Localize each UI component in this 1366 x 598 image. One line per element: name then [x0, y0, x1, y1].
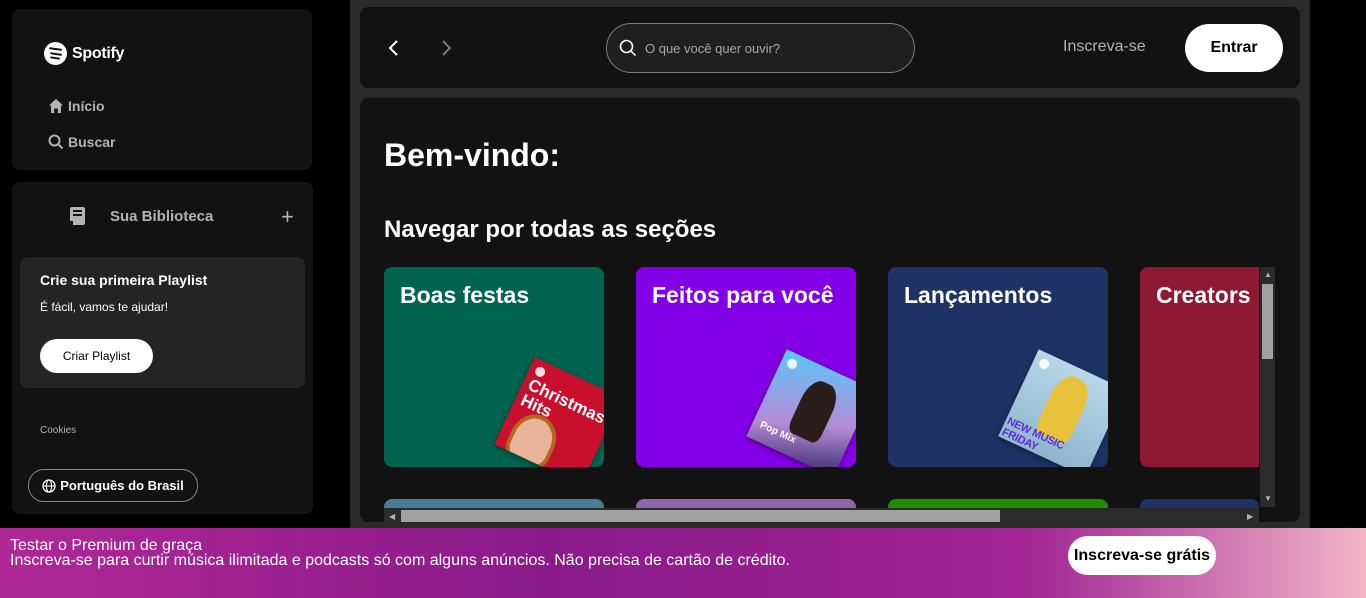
scroll-down-icon[interactable]: ▼: [1264, 494, 1272, 503]
horizontal-scroll-thumb[interactable]: [401, 510, 1000, 522]
create-playlist-button[interactable]: Criar Playlist: [40, 339, 153, 373]
scroll-right-icon[interactable]: ▶: [1247, 512, 1253, 521]
pop-mix-cover: Pop Mix: [746, 349, 856, 467]
card-title: Creators: [1156, 282, 1251, 308]
christmas-hits-cover: Christmas Hits: [494, 357, 604, 467]
cookies-link[interactable]: Cookies: [40, 425, 76, 436]
category-card-partial[interactable]: [384, 499, 604, 508]
signup-link[interactable]: Inscreva-se: [1063, 38, 1146, 56]
forward-button[interactable]: [438, 35, 454, 67]
category-card-partial[interactable]: [636, 499, 856, 508]
language-button[interactable]: Português do Brasil: [28, 469, 198, 502]
category-card-partial[interactable]: [1140, 499, 1259, 508]
add-icon[interactable]: +: [281, 205, 294, 229]
vertical-scroll-thumb[interactable]: [1262, 284, 1273, 359]
sidebar-item-home-label: Início: [68, 98, 105, 114]
search-input[interactable]: [645, 40, 895, 56]
sidebar-item-home[interactable]: Início: [48, 98, 105, 114]
chevron-left-icon: [388, 40, 398, 56]
scroll-up-icon[interactable]: ▲: [1264, 270, 1272, 279]
sidebar-item-search[interactable]: Buscar: [48, 134, 115, 150]
card-title: Feitos para você: [652, 282, 834, 308]
login-button[interactable]: Entrar: [1185, 24, 1283, 72]
new-music-friday-cover: NEW MUSIC FRIDAY: [998, 349, 1108, 467]
language-label: Português do Brasil: [60, 478, 184, 493]
search-icon: [619, 39, 637, 57]
spotify-logo-text: Spotify: [72, 44, 125, 62]
promo-title: Crie sua primeira Playlist: [40, 272, 208, 288]
back-button[interactable]: [386, 35, 402, 67]
library-header[interactable]: Sua Biblioteca: [68, 205, 213, 227]
library-title: Sua Biblioteca: [110, 207, 214, 225]
home-icon: [49, 99, 63, 113]
card-title: Boas festas: [400, 282, 530, 308]
category-card-feitos-para-voce[interactable]: Feitos para você Pop Mix: [636, 267, 856, 467]
card-title: Lançamentos: [904, 282, 1053, 308]
category-card-partial[interactable]: [888, 499, 1108, 508]
spotify-logo-icon: [44, 42, 67, 65]
scroll-left-icon[interactable]: ◀: [389, 512, 395, 521]
search-bar[interactable]: [606, 23, 915, 73]
chevron-right-icon: [442, 40, 452, 56]
search-icon: [48, 134, 64, 150]
banner-subtitle: Inscreva-se para curtir música ilimitada…: [10, 552, 790, 569]
library-icon: [70, 207, 85, 225]
signup-free-button[interactable]: Inscreva-se grátis: [1068, 536, 1216, 575]
category-card-boas-festas[interactable]: Boas festas Christmas Hits: [384, 267, 604, 467]
promo-subtitle: É fácil, vamos te ajudar!: [40, 300, 169, 314]
section-title: Navegar por todas as seções: [384, 216, 717, 243]
sidebar-item-search-label: Buscar: [68, 134, 116, 150]
page-title: Bem-vindo:: [384, 137, 560, 173]
spotify-logo[interactable]: Spotify: [44, 42, 124, 65]
category-card-lancamentos[interactable]: Lançamentos NEW MUSIC FRIDAY: [888, 267, 1108, 467]
globe-icon: [42, 478, 56, 493]
category-card-creators[interactable]: Creators: [1140, 267, 1259, 467]
